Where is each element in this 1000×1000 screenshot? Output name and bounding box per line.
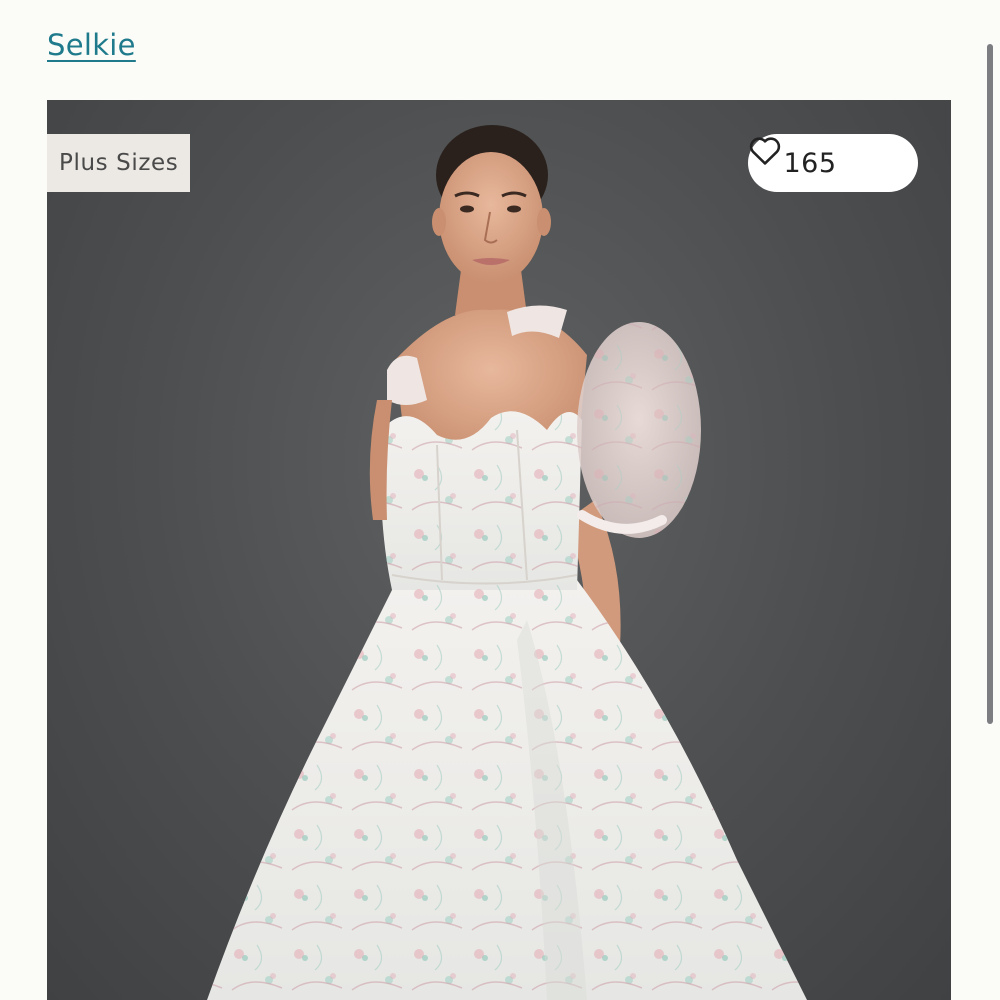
brand-link[interactable]: Selkie [47, 28, 136, 62]
likes-count: 165 [783, 147, 837, 179]
product-image[interactable]: Plus Sizes 165 [47, 100, 951, 1000]
favorite-button[interactable]: 165 [748, 134, 918, 192]
scrollbar[interactable] [987, 44, 993, 724]
heart-icon[interactable] [749, 137, 883, 179]
product-photo [207, 125, 807, 1000]
plus-sizes-badge: Plus Sizes [47, 134, 191, 192]
scrollbar-thumb[interactable] [987, 44, 993, 724]
product-page: Selkie Plus Sizes 165 [0, 0, 1000, 1000]
